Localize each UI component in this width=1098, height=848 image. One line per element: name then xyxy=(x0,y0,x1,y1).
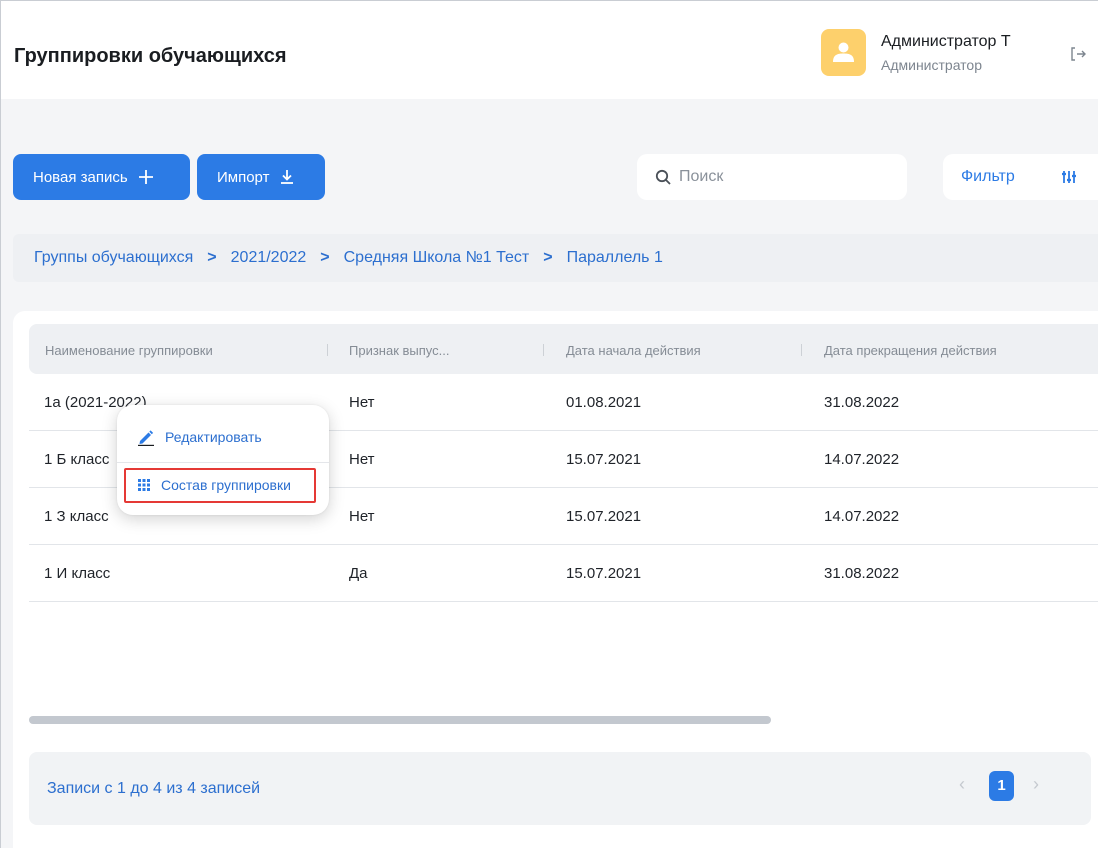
breadcrumb-item-school[interactable]: Средняя Школа №1 Тест xyxy=(344,249,530,267)
next-page-button[interactable]: › xyxy=(1033,774,1039,795)
chevron-right-icon: > xyxy=(543,249,553,266)
groups-table-card: Наименование группировки Признак выпус..… xyxy=(13,311,1098,848)
chevron-right-icon: > xyxy=(207,249,217,266)
breadcrumb-item-groups[interactable]: Группы обучающихся xyxy=(34,249,193,267)
column-divider xyxy=(543,344,544,356)
cell-graduate: Нет xyxy=(349,508,375,525)
table-row[interactable]: 1 И класс Да 15.07.2021 31.08.2022 xyxy=(29,545,1098,602)
grid-dots-icon xyxy=(138,479,150,491)
cell-end-date: 31.08.2022 xyxy=(824,565,900,582)
search-input[interactable]: Поиск xyxy=(637,154,907,200)
cell-graduate: Нет xyxy=(349,451,375,468)
cell-start-date: 15.07.2021 xyxy=(566,565,642,582)
page-button-current[interactable]: 1 xyxy=(989,771,1014,801)
column-header-name[interactable]: Наименование группировки xyxy=(45,343,213,358)
cell-graduate: Нет xyxy=(349,394,375,411)
download-icon xyxy=(281,170,294,184)
breadcrumb-item-parallel[interactable]: Параллель 1 xyxy=(567,249,663,267)
prev-page-button[interactable]: ‹ xyxy=(959,774,965,795)
cell-start-date: 15.07.2021 xyxy=(566,451,642,468)
edit-menu-item[interactable]: Редактировать xyxy=(137,428,262,446)
search-icon xyxy=(655,169,671,185)
cell-name: 1 Б класс xyxy=(44,451,110,468)
menu-divider xyxy=(117,462,329,463)
column-header-end-date[interactable]: Дата прекращения действия xyxy=(824,343,997,358)
cell-name: 1 И класс xyxy=(44,565,111,582)
table-header: Наименование группировки Признак выпус..… xyxy=(29,324,1098,374)
new-record-button[interactable]: Новая запись xyxy=(13,154,190,200)
cell-end-date: 14.07.2022 xyxy=(824,508,900,525)
plus-icon xyxy=(138,170,153,184)
user-icon xyxy=(833,42,854,62)
search-placeholder: Поиск xyxy=(679,168,724,185)
logout-icon[interactable] xyxy=(1071,47,1087,61)
column-divider xyxy=(327,344,328,356)
breadcrumb-item-year[interactable]: 2021/2022 xyxy=(231,249,307,267)
import-button[interactable]: Импорт xyxy=(197,154,325,200)
filter-button[interactable]: Фильтр xyxy=(943,154,1098,200)
cell-graduate: Да xyxy=(349,565,368,582)
pencil-icon xyxy=(138,430,154,446)
row-context-menu: Редактировать Состав группировки xyxy=(117,405,329,515)
avatar[interactable] xyxy=(821,29,866,76)
new-record-label: Новая запись xyxy=(33,168,128,186)
app-header: Группировки обучающихся Администратор Т … xyxy=(1,1,1098,99)
edit-menu-label: Редактировать xyxy=(165,429,262,445)
window-border-left xyxy=(0,0,1,848)
pagination-bar: Записи с 1 до 4 из 4 записей ‹ 1 › xyxy=(29,752,1091,825)
group-composition-label: Состав группировки xyxy=(161,477,291,493)
column-header-start-date[interactable]: Дата начала действия xyxy=(566,343,701,358)
user-role: Администратор xyxy=(881,57,983,73)
group-composition-menu-item[interactable]: Состав группировки xyxy=(137,477,291,493)
breadcrumb: Группы обучающихся > 2021/2022 > Средняя… xyxy=(13,234,1098,282)
cell-start-date: 01.08.2021 xyxy=(566,394,642,411)
horizontal-scrollbar[interactable] xyxy=(29,716,771,724)
sliders-icon xyxy=(1062,171,1076,183)
column-divider xyxy=(801,344,802,356)
user-name: Администратор Т xyxy=(881,33,1011,50)
column-header-graduate[interactable]: Признак выпус... xyxy=(349,343,449,358)
cell-start-date: 15.07.2021 xyxy=(566,508,642,525)
import-label: Импорт xyxy=(217,168,270,186)
cell-end-date: 31.08.2022 xyxy=(824,394,900,411)
page-title: Группировки обучающихся xyxy=(14,45,287,67)
chevron-right-icon: > xyxy=(320,249,330,266)
cell-end-date: 14.07.2022 xyxy=(824,451,900,468)
records-summary: Записи с 1 до 4 из 4 записей xyxy=(47,780,261,797)
filter-label: Фильтр xyxy=(961,168,1015,185)
cell-name: 1 З класс xyxy=(44,508,109,525)
